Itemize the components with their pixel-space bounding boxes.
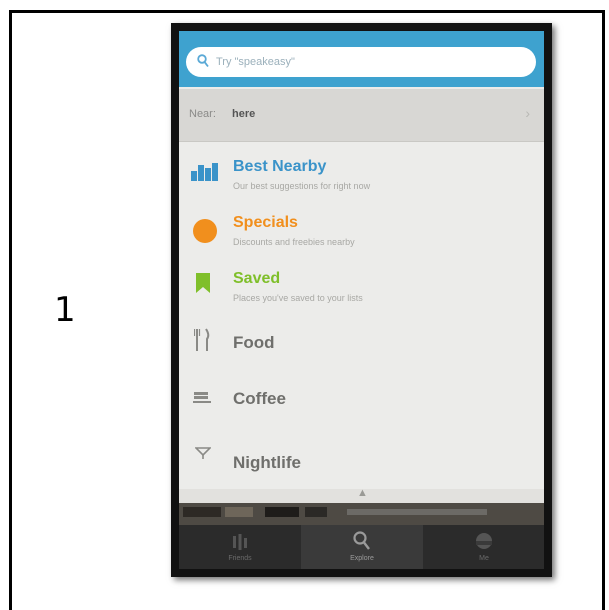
bookmark-icon (196, 273, 210, 293)
list-item-specials[interactable]: Specials Discounts and freebies nearby (179, 201, 544, 258)
phone-screenshot: Try "speakeasy" Near: here › Best Nearby… (171, 23, 552, 577)
list-item-nightlife[interactable]: Nightlife (179, 427, 544, 489)
list-item-best-nearby[interactable]: Best Nearby Our best suggestions for rig… (179, 143, 544, 200)
slide-number: 1 (54, 290, 76, 330)
chevron-right-icon: › (525, 105, 530, 121)
list-item-coffee[interactable]: Coffee (179, 371, 544, 428)
tab-label: Friends (228, 555, 252, 562)
item-title: Specials (233, 214, 298, 231)
item-subtitle: Our best suggestions for right now (233, 181, 371, 191)
item-title: Saved (233, 270, 281, 287)
tab-me[interactable]: Me (423, 525, 544, 569)
chevron-up-icon[interactable]: ▲ (357, 487, 368, 499)
friends-icon (233, 534, 247, 550)
fork-knife-icon (194, 328, 210, 351)
circle-icon (193, 219, 217, 243)
app-screen: Try "speakeasy" Near: here › Best Nearby… (179, 31, 544, 569)
item-title: Nightlife (233, 453, 301, 472)
list-item-food[interactable]: Food (179, 313, 544, 370)
item-subtitle: Discounts and freebies nearby (233, 237, 355, 247)
list-item-saved[interactable]: Saved Places you've saved to your lists (179, 257, 544, 314)
search-icon (353, 531, 370, 550)
bar-chart-icon (191, 163, 219, 181)
cocktail-glass-icon (195, 447, 211, 459)
near-label: Near: (189, 108, 216, 120)
near-location-row[interactable]: Near: here › (179, 89, 544, 142)
search-input[interactable]: Try "speakeasy" (186, 47, 536, 77)
item-title: Coffee (233, 389, 286, 408)
item-subtitle: Places you've saved to your lists (233, 293, 363, 303)
search-icon (197, 54, 209, 68)
tab-label: Explore (350, 555, 374, 562)
person-icon (476, 533, 492, 549)
bottom-tab-bar: Friends Explore Me (179, 525, 544, 569)
search-header: Try "speakeasy" (179, 31, 544, 87)
coffee-cup-icon (193, 392, 211, 403)
photo-strip (179, 503, 544, 525)
tab-label: Me (479, 555, 489, 562)
tab-friends[interactable]: Friends (179, 525, 301, 569)
item-title: Food (233, 333, 275, 352)
item-title: Best Nearby (233, 158, 327, 175)
near-value: here (232, 108, 256, 120)
tab-explore[interactable]: Explore (301, 525, 423, 569)
